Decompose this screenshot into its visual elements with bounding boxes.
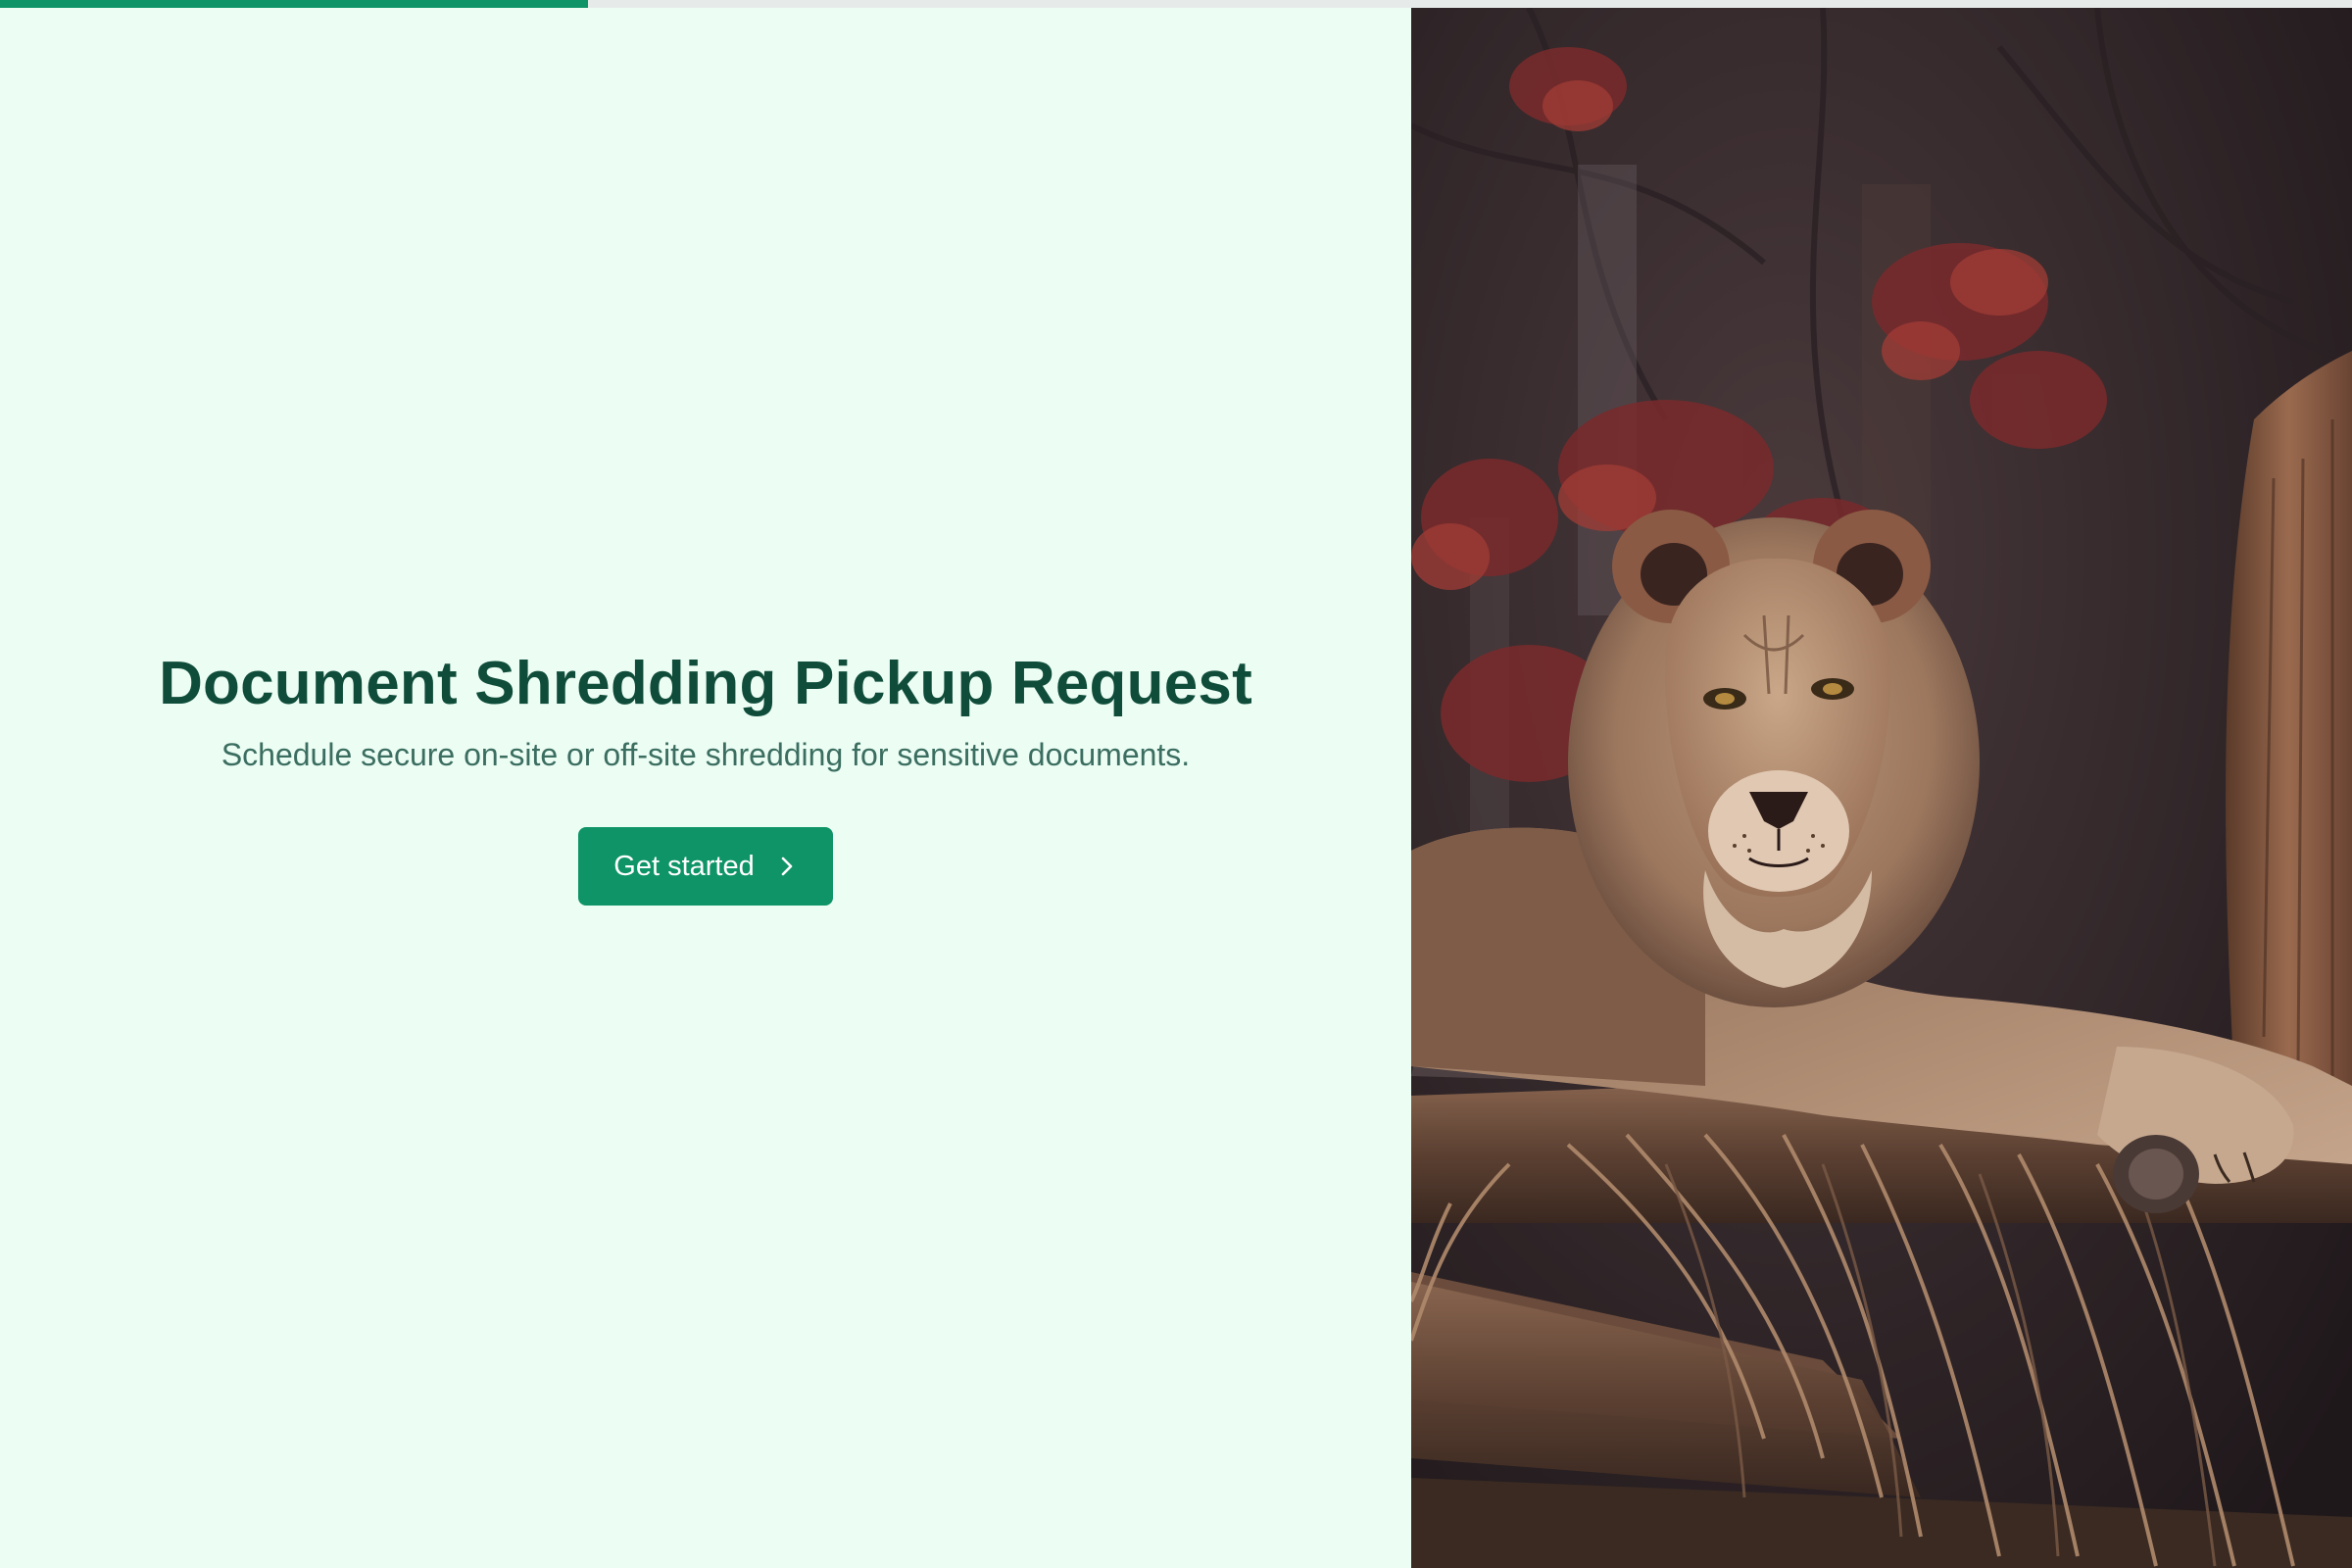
intro-panel: Document Shredding Pickup Request Schedu…: [0, 8, 1411, 1568]
chevron-right-icon: [776, 856, 798, 877]
hero-section: Document Shredding Pickup Request Schedu…: [0, 647, 1411, 906]
progress-bar-fill: [0, 0, 588, 8]
get-started-label: Get started: [613, 850, 755, 882]
get-started-button[interactable]: Get started: [578, 827, 833, 906]
page-title: Document Shredding Pickup Request: [159, 650, 1252, 717]
progress-bar: [0, 0, 2352, 8]
lion-photo: [1411, 8, 2352, 1568]
page-subtitle: Schedule secure on-site or off-site shre…: [220, 737, 1191, 772]
